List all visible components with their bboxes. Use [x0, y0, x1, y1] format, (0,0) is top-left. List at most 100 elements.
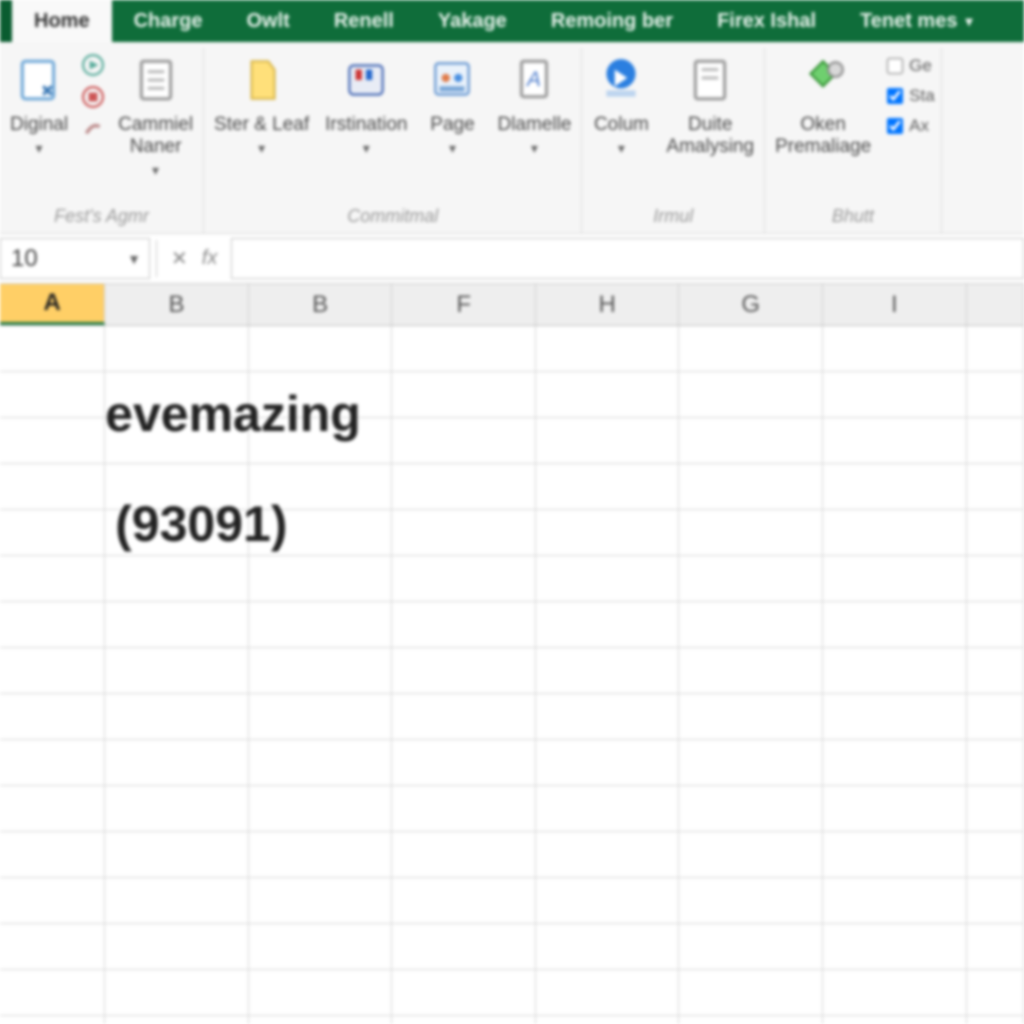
cell[interactable] — [536, 970, 680, 1016]
cell[interactable] — [967, 878, 1024, 924]
column-header[interactable]: I — [823, 284, 967, 325]
cell[interactable] — [0, 740, 105, 786]
cell[interactable] — [536, 832, 680, 878]
cell[interactable] — [249, 648, 393, 694]
cell[interactable] — [536, 740, 680, 786]
cell[interactable] — [249, 694, 393, 740]
cell[interactable] — [392, 372, 536, 418]
cell[interactable] — [679, 648, 823, 694]
oken-button[interactable]: OkenPremaliage — [769, 48, 877, 158]
cell[interactable] — [967, 418, 1024, 464]
checkbox-row[interactable]: Ax — [887, 116, 935, 136]
cell[interactable] — [536, 418, 680, 464]
cell[interactable] — [823, 326, 967, 372]
tab-owlt[interactable]: Owlt — [224, 0, 311, 42]
cell[interactable] — [392, 556, 536, 602]
cell[interactable] — [679, 326, 823, 372]
cell[interactable] — [392, 786, 536, 832]
cell[interactable] — [967, 740, 1024, 786]
cell[interactable] — [392, 694, 536, 740]
name-box[interactable]: 10 ▼ — [0, 238, 150, 279]
cell[interactable] — [392, 1016, 536, 1024]
cammiel-button[interactable]: CammielNaner▾ — [112, 48, 199, 179]
chevron-down-icon[interactable]: ▼ — [127, 251, 141, 267]
cell[interactable] — [392, 326, 536, 372]
cell[interactable] — [392, 924, 536, 970]
cell[interactable] — [249, 602, 393, 648]
cell[interactable] — [823, 694, 967, 740]
cell[interactable] — [0, 924, 105, 970]
cell[interactable] — [392, 970, 536, 1016]
formula-input[interactable] — [231, 238, 1024, 279]
tab-tenet-mes[interactable]: Tenet mes▾ — [838, 0, 994, 42]
column-header[interactable]: B — [249, 284, 393, 325]
tab-renell[interactable]: Renell — [312, 0, 416, 42]
cell[interactable] — [0, 648, 105, 694]
cell[interactable] — [0, 970, 105, 1016]
cell[interactable] — [0, 878, 105, 924]
cell[interactable] — [967, 694, 1024, 740]
cell[interactable] — [967, 648, 1024, 694]
brush-icon[interactable] — [82, 118, 104, 140]
cell[interactable] — [967, 510, 1024, 556]
column-header[interactable]: A — [0, 284, 105, 325]
cell[interactable] — [679, 786, 823, 832]
cell[interactable] — [679, 556, 823, 602]
page-button[interactable]: Page▾ — [417, 48, 487, 157]
cell[interactable] — [536, 1016, 680, 1024]
fx-cancel-icon[interactable]: ✕ — [171, 246, 188, 271]
tab-yakage[interactable]: Yakage — [416, 0, 529, 42]
cell[interactable] — [679, 924, 823, 970]
cell[interactable] — [679, 418, 823, 464]
checkbox[interactable] — [887, 118, 903, 134]
cell[interactable] — [0, 602, 105, 648]
cell[interactable] — [249, 786, 393, 832]
cell[interactable] — [392, 740, 536, 786]
checkbox-row[interactable]: Ge — [887, 56, 935, 76]
cell[interactable] — [823, 740, 967, 786]
cell[interactable] — [0, 1016, 105, 1024]
cell[interactable] — [0, 832, 105, 878]
checkbox[interactable] — [887, 58, 903, 74]
diamelle-button[interactable]: ADlamelle▾ — [491, 48, 577, 157]
cell[interactable] — [105, 878, 249, 924]
cell[interactable] — [536, 556, 680, 602]
cell[interactable] — [105, 924, 249, 970]
column-header[interactable]: B — [105, 284, 249, 325]
duite-button[interactable]: DuiteAmalysing — [660, 48, 760, 158]
cell[interactable] — [392, 464, 536, 510]
cell[interactable] — [249, 832, 393, 878]
grid[interactable]: evemazing (93091) — [0, 326, 1024, 1024]
cell[interactable] — [105, 832, 249, 878]
cell[interactable] — [536, 602, 680, 648]
column-header[interactable]: H — [536, 284, 680, 325]
institution-button[interactable]: Irstination▾ — [319, 48, 413, 157]
cell[interactable] — [536, 464, 680, 510]
cell[interactable] — [679, 372, 823, 418]
cell[interactable] — [536, 326, 680, 372]
sterleaf-button[interactable]: Ster & Leaf▾ — [208, 48, 315, 157]
cell[interactable] — [823, 510, 967, 556]
cell[interactable] — [967, 372, 1024, 418]
cell[interactable] — [105, 786, 249, 832]
cell[interactable] — [967, 556, 1024, 602]
cell[interactable] — [0, 694, 105, 740]
cell[interactable] — [679, 464, 823, 510]
play-icon[interactable] — [82, 54, 104, 76]
cell[interactable] — [536, 878, 680, 924]
cell[interactable] — [967, 786, 1024, 832]
cell[interactable] — [967, 924, 1024, 970]
fx-insert-function-icon[interactable]: fx — [202, 247, 218, 270]
cell[interactable] — [249, 970, 393, 1016]
cell[interactable] — [679, 1016, 823, 1024]
cell[interactable] — [823, 418, 967, 464]
cell[interactable] — [105, 740, 249, 786]
tab-charge[interactable]: Charge — [112, 0, 225, 42]
cell[interactable] — [679, 878, 823, 924]
checkbox-row[interactable]: Sta — [887, 86, 935, 106]
cell[interactable] — [105, 602, 249, 648]
cell[interactable] — [679, 602, 823, 648]
colum-button[interactable]: Colum▾ — [586, 48, 656, 157]
cell[interactable] — [823, 924, 967, 970]
cell[interactable] — [249, 740, 393, 786]
